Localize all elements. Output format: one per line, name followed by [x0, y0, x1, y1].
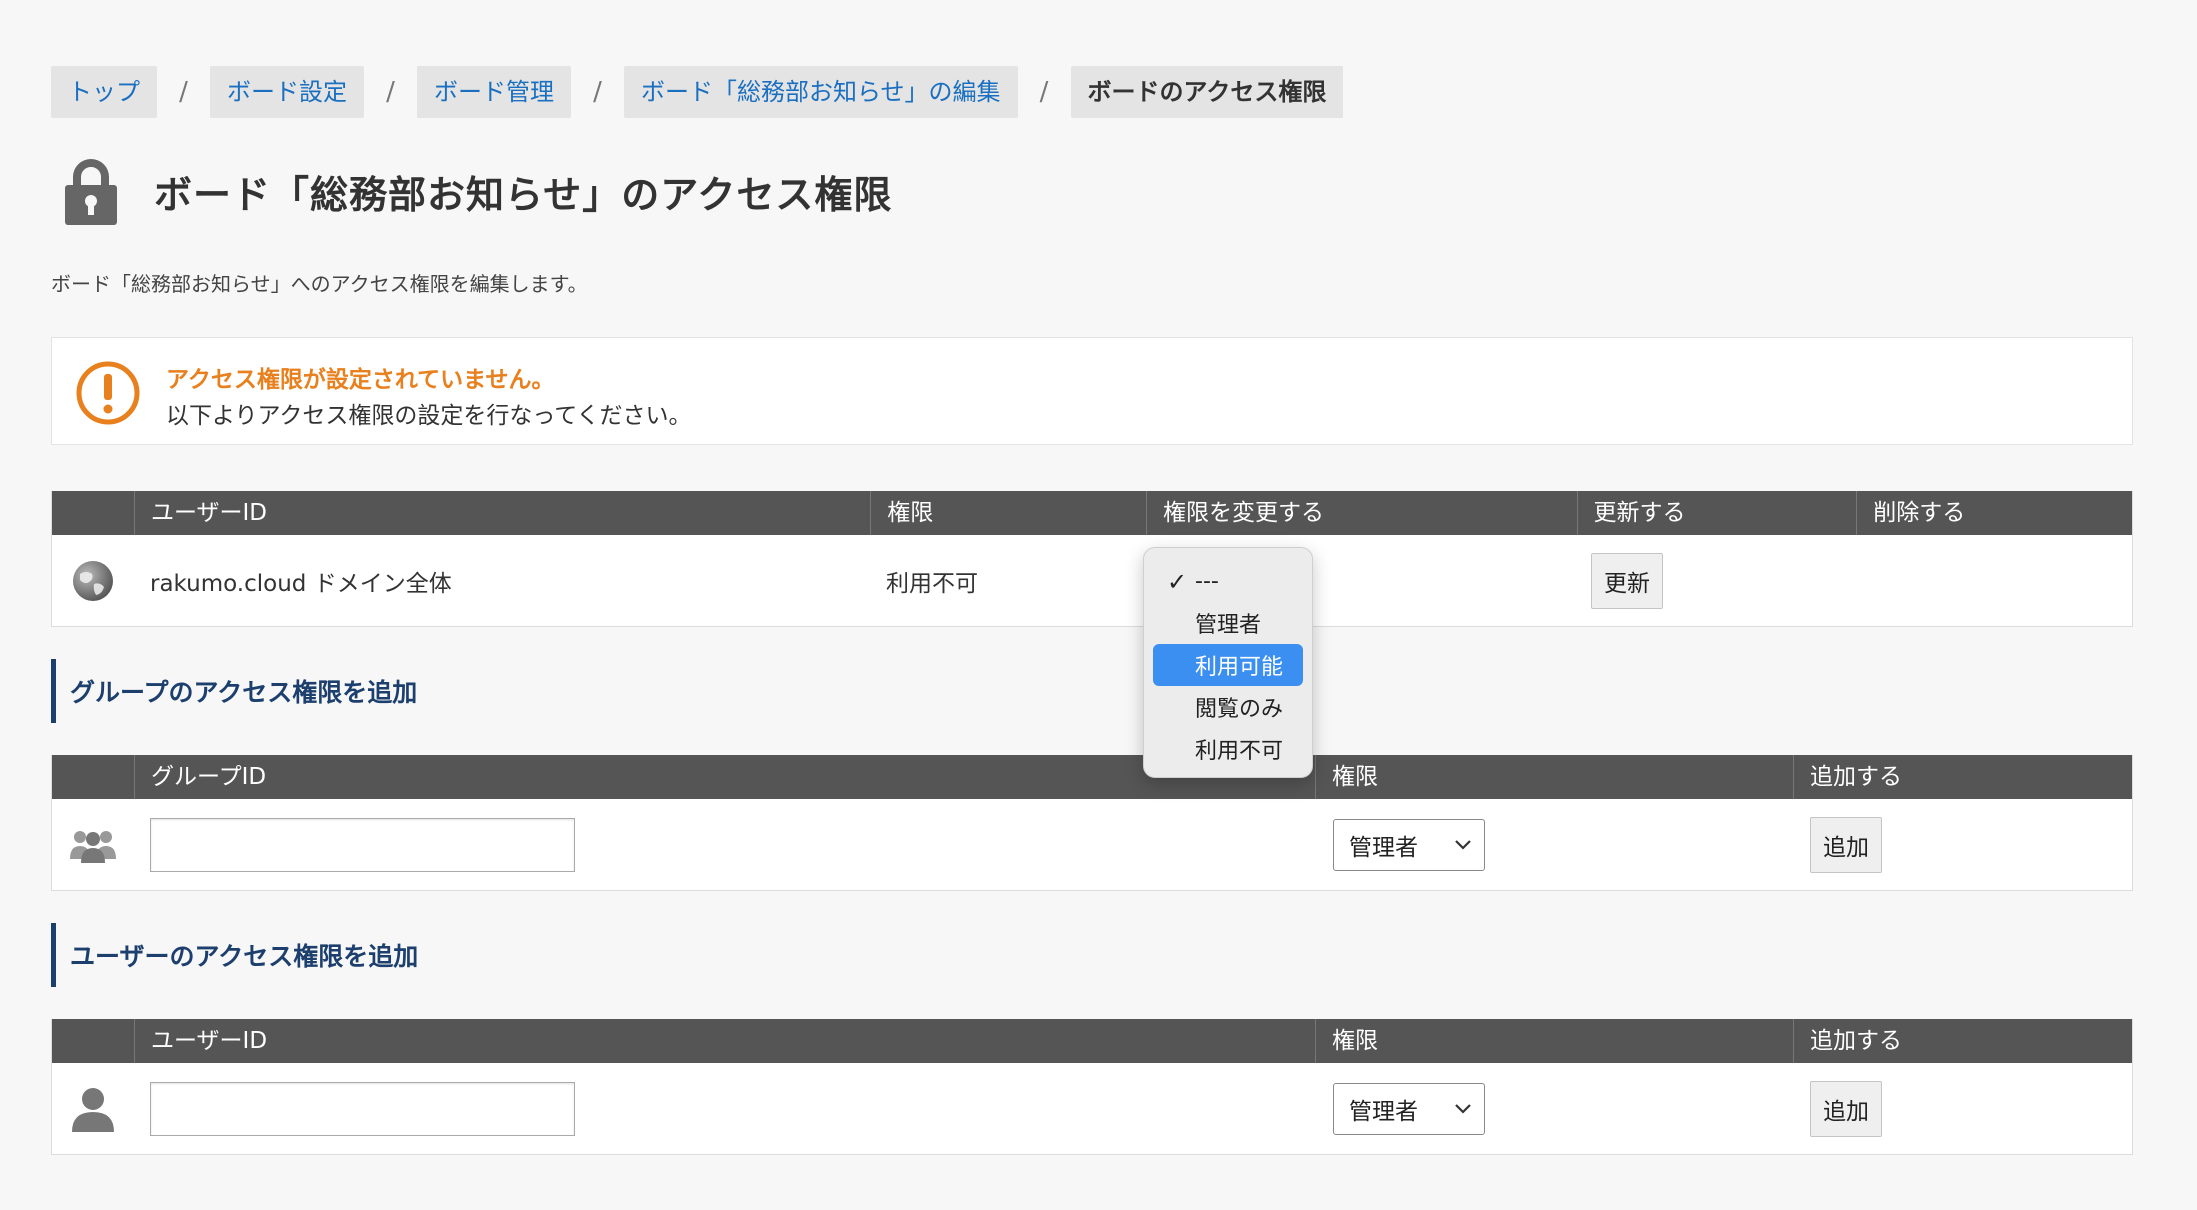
- user-id-cell: [150, 1063, 575, 1154]
- globe-icon: [73, 560, 113, 601]
- chevron-down-icon: [1455, 1103, 1471, 1114]
- select-value: 管理者: [1349, 834, 1418, 861]
- permissions-table: ユーザーID 権限 権限を変更する 更新する 削除する rakumo.cloud…: [51, 491, 2133, 627]
- breadcrumb-board-edit[interactable]: ボード「総務部お知らせ」の編集: [624, 66, 1018, 118]
- dropdown-option-label: 利用不可: [1195, 739, 1284, 764]
- header-icon-col: [52, 1019, 134, 1063]
- breadcrumb-separator: /: [386, 77, 395, 107]
- lock-icon: [65, 159, 117, 225]
- user-permission-cell: 管理者: [1333, 1063, 1485, 1154]
- dropdown-option-unavailable[interactable]: 利用不可: [1153, 728, 1303, 770]
- group-permission-cell: 管理者: [1333, 799, 1485, 890]
- table-row: 管理者 追加: [52, 799, 2132, 890]
- breadcrumb-top[interactable]: トップ: [51, 66, 157, 118]
- header-permission: 権限: [1315, 1019, 1793, 1063]
- header-permission: 権限: [1315, 755, 1793, 799]
- notice-title: アクセス権限が設定されていません。: [166, 367, 555, 393]
- group-section-heading: グループのアクセス権限を追加: [51, 659, 417, 723]
- group-permission-select[interactable]: 管理者: [1333, 818, 1485, 871]
- row-user-id: rakumo.cloud ドメイン全体: [150, 570, 452, 597]
- table-row: 管理者 追加: [52, 1063, 2132, 1154]
- user-id-input[interactable]: [150, 1081, 575, 1136]
- table-row: rakumo.cloud ドメイン全体 利用不可 更新: [52, 535, 2132, 626]
- page-header: ボード「総務部お知らせ」のアクセス権限: [63, 157, 892, 225]
- page-title: ボード「総務部お知らせ」のアクセス権限: [154, 172, 893, 217]
- breadcrumb-board-management[interactable]: ボード管理: [417, 66, 571, 118]
- table-header: ユーザーID 権限 権限を変更する 更新する 削除する: [52, 491, 2132, 535]
- dropdown-option-label: ---: [1195, 568, 1219, 594]
- permission-dropdown-menu: ✓ --- 管理者 利用可能 閲覧のみ 利用不可: [1143, 547, 1313, 778]
- dropdown-option-label: 管理者: [1195, 613, 1262, 638]
- group-add-table: グループID 権限 追加する 管理者 追加: [51, 755, 2133, 891]
- user-permission-select[interactable]: 管理者: [1333, 1082, 1485, 1135]
- header-add: 追加する: [1793, 1019, 2132, 1063]
- breadcrumb: トップ / ボード設定 / ボード管理 / ボード「総務部お知らせ」の編集 / …: [51, 66, 1344, 118]
- user-add-table: ユーザーID 権限 追加する 管理者 追加: [51, 1019, 2133, 1155]
- header-user-id: ユーザーID: [134, 1019, 1315, 1063]
- dropdown-option-view-only[interactable]: 閲覧のみ: [1153, 686, 1303, 728]
- breadcrumb-separator: /: [179, 77, 188, 107]
- breadcrumb-board-settings[interactable]: ボード設定: [210, 66, 364, 118]
- breadcrumb-separator: /: [593, 77, 602, 107]
- breadcrumb-separator: /: [1039, 77, 1049, 107]
- warning-notice: アクセス権限が設定されていません。 以下よりアクセス権限の設定を行なってください…: [51, 337, 2133, 445]
- dropdown-option-none[interactable]: ✓ ---: [1153, 560, 1303, 602]
- user-section-heading: ユーザーのアクセス権限を追加: [51, 923, 418, 987]
- dropdown-option-label: 利用可能: [1195, 655, 1284, 680]
- group-add-cell: 追加: [1810, 799, 1882, 890]
- table-header: グループID 権限 追加する: [52, 755, 2132, 799]
- dropdown-option-admin[interactable]: 管理者: [1153, 602, 1303, 644]
- notice-text: 以下よりアクセス権限の設定を行なってください。: [166, 403, 692, 429]
- user-icon: [72, 1087, 114, 1132]
- update-button[interactable]: 更新: [1591, 552, 1663, 609]
- header-delete: 削除する: [1856, 491, 2132, 535]
- select-value: 管理者: [1349, 1098, 1418, 1125]
- user-add-cell: 追加: [1810, 1063, 1882, 1154]
- table-header: ユーザーID 権限 追加する: [52, 1019, 2132, 1063]
- checkmark-icon: ✓: [1167, 568, 1188, 596]
- chevron-down-icon: [1455, 839, 1471, 850]
- add-group-button[interactable]: 追加: [1810, 816, 1882, 873]
- breadcrumb-current: ボードのアクセス権限: [1070, 66, 1344, 118]
- group-id-input[interactable]: [150, 817, 575, 872]
- row-icon-cell: [72, 535, 114, 626]
- exclamation-circle-icon: [76, 361, 140, 425]
- add-user-button[interactable]: 追加: [1810, 1080, 1882, 1137]
- header-add: 追加する: [1793, 755, 2132, 799]
- dropdown-option-label: 閲覧のみ: [1195, 697, 1284, 722]
- row-update-cell: 更新: [1591, 535, 1663, 626]
- header-icon-col: [52, 755, 134, 799]
- header-icon-col: [52, 491, 134, 535]
- row-icon-cell: [68, 799, 118, 890]
- header-group-id: グループID: [134, 755, 1315, 799]
- dropdown-option-available[interactable]: 利用可能: [1153, 644, 1303, 686]
- row-icon-cell: [70, 1063, 116, 1154]
- header-change-permission: 権限を変更する: [1145, 491, 1577, 535]
- header-update: 更新する: [1576, 491, 1857, 535]
- group-icon: [70, 830, 116, 863]
- header-user-id: ユーザーID: [133, 491, 870, 535]
- group-id-cell: [150, 799, 575, 890]
- header-permission: 権限: [870, 491, 1146, 535]
- row-permission: 利用不可: [886, 570, 978, 597]
- page-description: ボード「総務部お知らせ」へのアクセス権限を編集します。: [51, 272, 588, 296]
